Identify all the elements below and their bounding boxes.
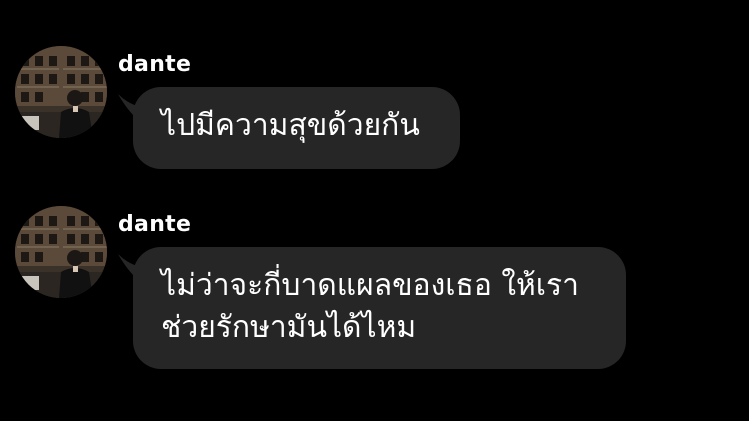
message-thread: dante ไปมีความสุขด้วยกัน dante ไม่ว่าจะก…: [0, 0, 749, 421]
message-text-line: ไม่ว่าจะกี่บาดแผลของเธอ ให้เรา: [161, 268, 580, 303]
sender-avatar[interactable]: [15, 206, 107, 298]
message-group: dante ไปมีความสุขด้วยกัน: [0, 46, 749, 174]
profile-photo-avatar-icon: [15, 206, 107, 298]
message-bubble[interactable]: ไม่ว่าจะกี่บาดแผลของเธอ ให้เรา ช่วยรักษา…: [133, 247, 626, 369]
message-group: dante ไม่ว่าจะกี่บาดแผลของเธอ ให้เรา ช่ว…: [0, 206, 749, 376]
sender-name: dante: [118, 212, 192, 237]
profile-photo-avatar-icon: [15, 46, 107, 138]
message-text-line: ช่วยรักษามันได้ไหม: [161, 310, 417, 345]
message-bubble[interactable]: ไปมีความสุขด้วยกัน: [133, 87, 460, 169]
sender-name: dante: [118, 52, 192, 77]
message-text-line: ไปมีความสุขด้วยกัน: [161, 108, 420, 143]
sender-avatar[interactable]: [15, 46, 107, 138]
